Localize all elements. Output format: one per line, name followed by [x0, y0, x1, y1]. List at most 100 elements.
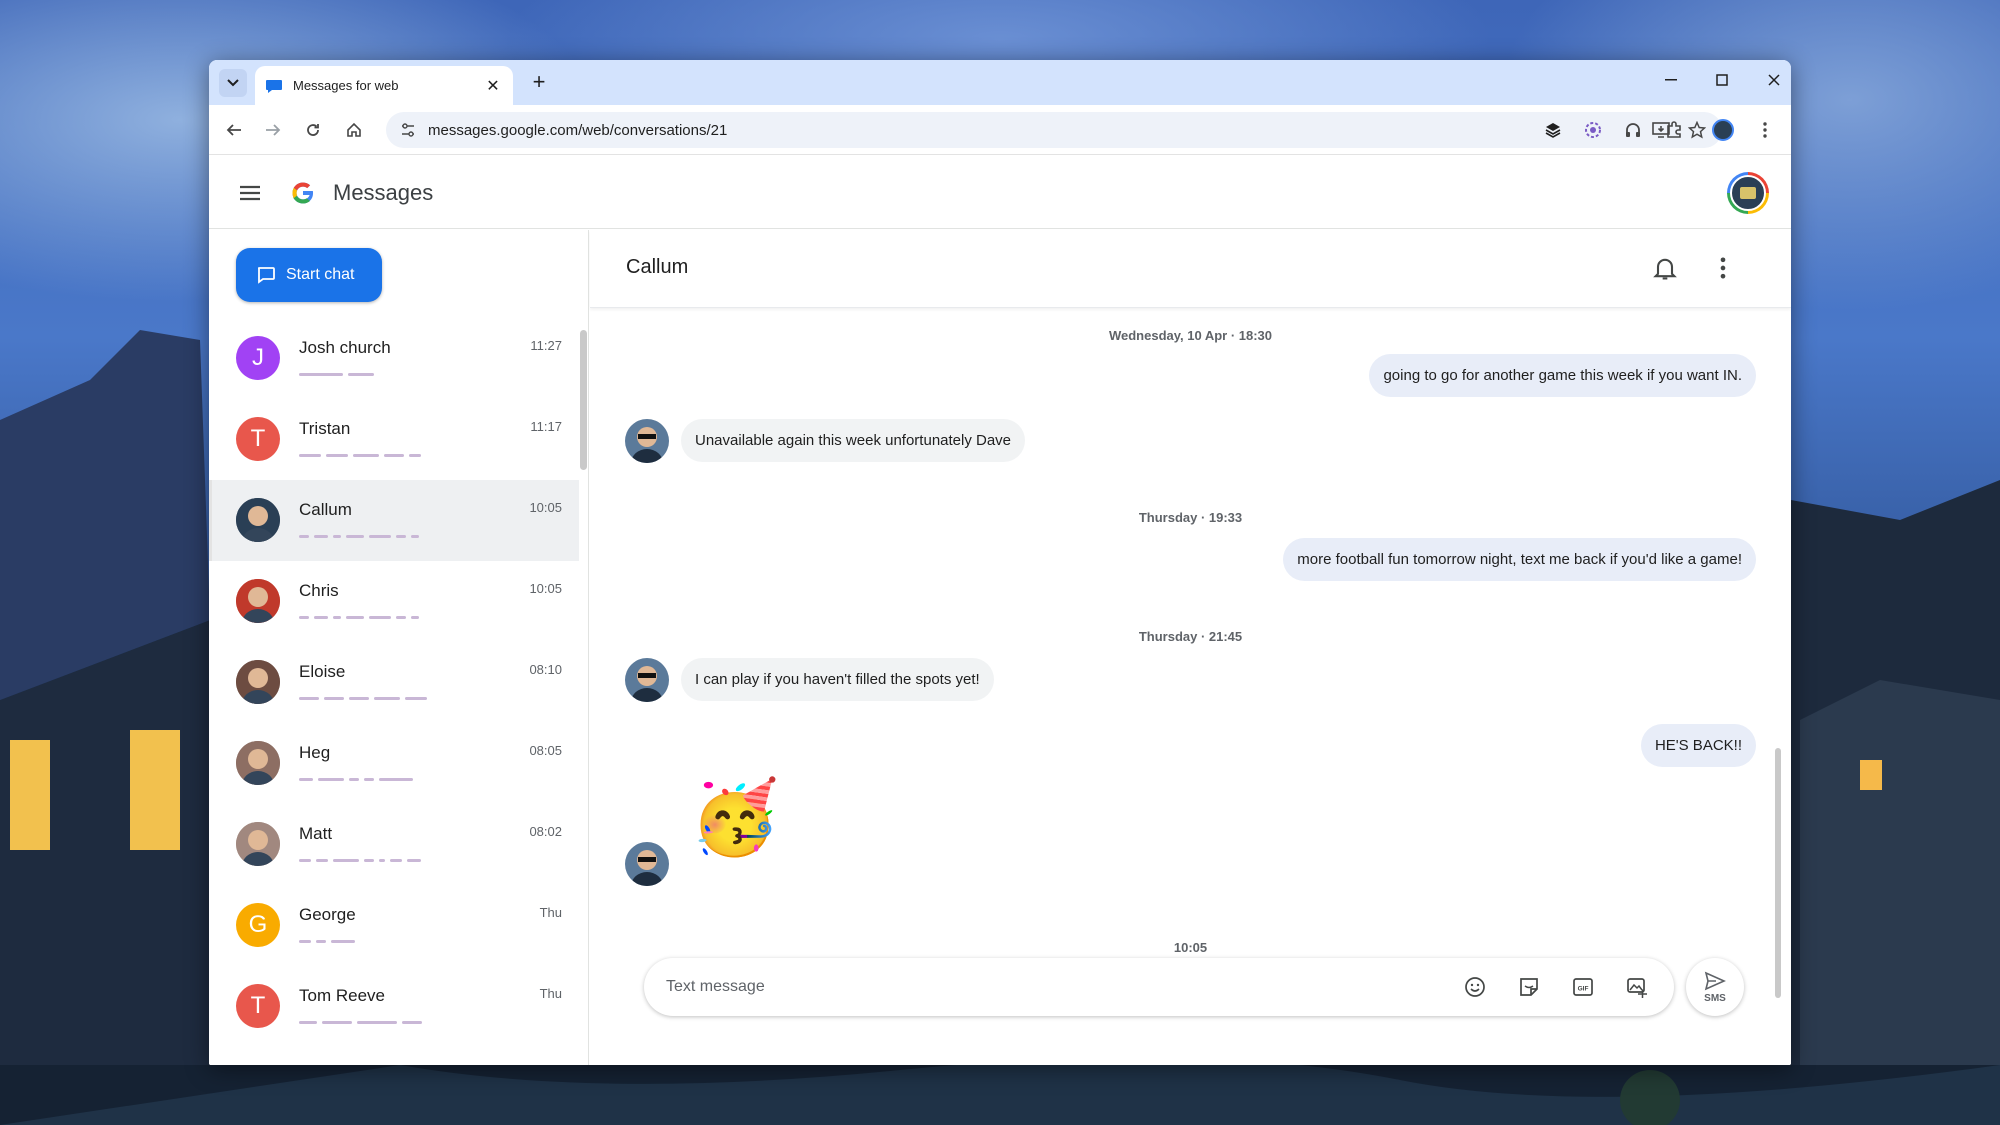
close-window-button[interactable] [1749, 60, 1791, 100]
emoji-button[interactable] [1458, 970, 1492, 1004]
conversation-time: 10:05 [529, 500, 562, 515]
minimize-button[interactable] [1646, 60, 1696, 100]
conversation-item[interactable]: J Josh church 11:27 [209, 318, 579, 399]
image-attach-icon [1627, 978, 1647, 998]
blurred-text-segment [402, 1021, 422, 1025]
message-thread: Wednesday, 10 Apr · 18:30 going to go fo… [590, 308, 1791, 1065]
conversation-avatar: J [236, 336, 280, 380]
headphones-icon [1626, 123, 1640, 137]
extensions-button[interactable] [1660, 116, 1688, 144]
outgoing-message[interactable]: HE'S BACK!! [1640, 724, 1756, 767]
incoming-message[interactable]: I can play if you haven't filled the spo… [681, 658, 994, 701]
send-sms-button[interactable]: SMS [1686, 958, 1744, 1016]
contact-avatar [625, 842, 669, 886]
reload-icon [307, 124, 319, 136]
blurred-text-segment [299, 535, 309, 539]
smiley-icon [1465, 977, 1485, 997]
new-tab-button[interactable]: + [525, 69, 553, 97]
blurred-text-segment [396, 616, 406, 620]
conversation-name: Tom Reeve [299, 986, 385, 1005]
reload-button[interactable] [299, 116, 327, 144]
layers-extension-button[interactable] [1539, 116, 1567, 144]
conversation-avatar [236, 741, 280, 785]
conversation-name: Tristan [299, 419, 351, 438]
gif-button[interactable]: GIF [1566, 970, 1600, 1004]
blurred-text-segment [369, 616, 391, 620]
conversation-item[interactable]: Heg 08:05 [209, 723, 579, 804]
blurred-text-segment [299, 1021, 317, 1025]
conversation-name: Chris [299, 581, 339, 600]
browser-tab-messages[interactable]: Messages for web ✕ [255, 66, 513, 105]
conversation-name: Callum [299, 500, 352, 519]
conversation-time: Thu [539, 986, 562, 1001]
headphones-extension-button[interactable] [1619, 116, 1647, 144]
browser-menu-button[interactable] [1751, 116, 1779, 144]
home-icon [347, 122, 361, 137]
flower-extension-button[interactable] [1579, 116, 1607, 144]
conversation-item[interactable]: T Tom Reeve Thu [209, 966, 579, 1047]
attach-media-button[interactable] [1620, 970, 1654, 1004]
blurred-text-segment [379, 859, 385, 863]
forward-button[interactable] [259, 116, 287, 144]
conversation-name: George [299, 905, 356, 924]
site-settings-icon[interactable] [400, 122, 416, 138]
more-options-icon[interactable] [1709, 254, 1737, 282]
sticker-button[interactable] [1512, 970, 1546, 1004]
conversation-item[interactable]: Eloise 08:10 [209, 642, 579, 723]
conversation-time: 10:05 [529, 581, 562, 596]
outgoing-message[interactable]: more football fun tomorrow night, text m… [1283, 538, 1756, 581]
blurred-text-segment [299, 778, 313, 782]
home-button[interactable] [340, 116, 368, 144]
blurred-text-segment [411, 535, 419, 539]
conversation-item[interactable]: Matt 08:02 [209, 804, 579, 885]
blurred-text-segment [299, 616, 309, 620]
conversation-avatar [236, 498, 280, 542]
tab-strip: Messages for web ✕ + [209, 60, 1791, 105]
sticker-icon [1520, 978, 1538, 996]
conversation-time: 08:05 [529, 743, 562, 758]
close-tab-icon[interactable]: ✕ [483, 76, 503, 96]
address-bar[interactable]: messages.google.com/web/conversations/21 [386, 112, 1722, 148]
start-chat-button[interactable]: Start chat [236, 248, 382, 302]
conversation-avatar: T [236, 417, 280, 461]
sidebar-scrollbar[interactable] [580, 330, 587, 470]
kebab-menu-icon [1763, 122, 1767, 138]
conversation-item[interactable]: G George Thu [209, 885, 579, 966]
maximize-button[interactable] [1697, 60, 1747, 100]
flower-icon [1585, 122, 1601, 138]
outgoing-message[interactable]: going to go for another game this week i… [1369, 354, 1756, 397]
blurred-text-segment [299, 940, 311, 944]
conversation-item[interactable]: Callum 10:05 [209, 480, 579, 561]
tab-search-button[interactable] [219, 69, 247, 97]
conversation-time: Thu [539, 905, 562, 920]
hamburger-menu-icon[interactable] [237, 180, 263, 206]
url-text: messages.google.com/web/conversations/21 [428, 121, 728, 139]
conversation-avatar: T [236, 984, 280, 1028]
text-message-input[interactable] [666, 978, 1458, 996]
blurred-text-segment [349, 778, 359, 782]
app-title: Messages [333, 180, 434, 205]
back-button[interactable] [220, 116, 248, 144]
blurred-text-segment [316, 859, 328, 863]
incoming-message[interactable]: Unavailable again this week unfortunatel… [681, 419, 1026, 462]
bookmark-star-icon[interactable] [1688, 121, 1706, 139]
blurred-text-segment [374, 697, 400, 701]
account-avatar[interactable] [1727, 172, 1769, 214]
contact-avatar [625, 419, 669, 463]
blurred-text-segment [407, 859, 421, 863]
forward-arrow-icon [266, 124, 281, 136]
bell-icon[interactable] [1651, 254, 1679, 282]
blurred-text-segment [409, 454, 421, 458]
chat-scrollbar[interactable] [1775, 748, 1781, 998]
conversation-item[interactable]: T Tristan 11:17 [209, 399, 579, 480]
blurred-text-segment [316, 940, 326, 944]
blurred-text-segment [314, 616, 328, 620]
conversation-preview-blurred [299, 447, 489, 458]
conversation-preview-blurred [299, 852, 489, 863]
blurred-text-segment [369, 535, 391, 539]
profile-button[interactable] [1709, 116, 1737, 144]
party-face-emoji[interactable]: 🥳 [690, 782, 780, 854]
conversation-preview-blurred [299, 771, 489, 782]
blurred-text-segment [357, 1021, 397, 1025]
conversation-item[interactable]: Chris 10:05 [209, 561, 579, 642]
